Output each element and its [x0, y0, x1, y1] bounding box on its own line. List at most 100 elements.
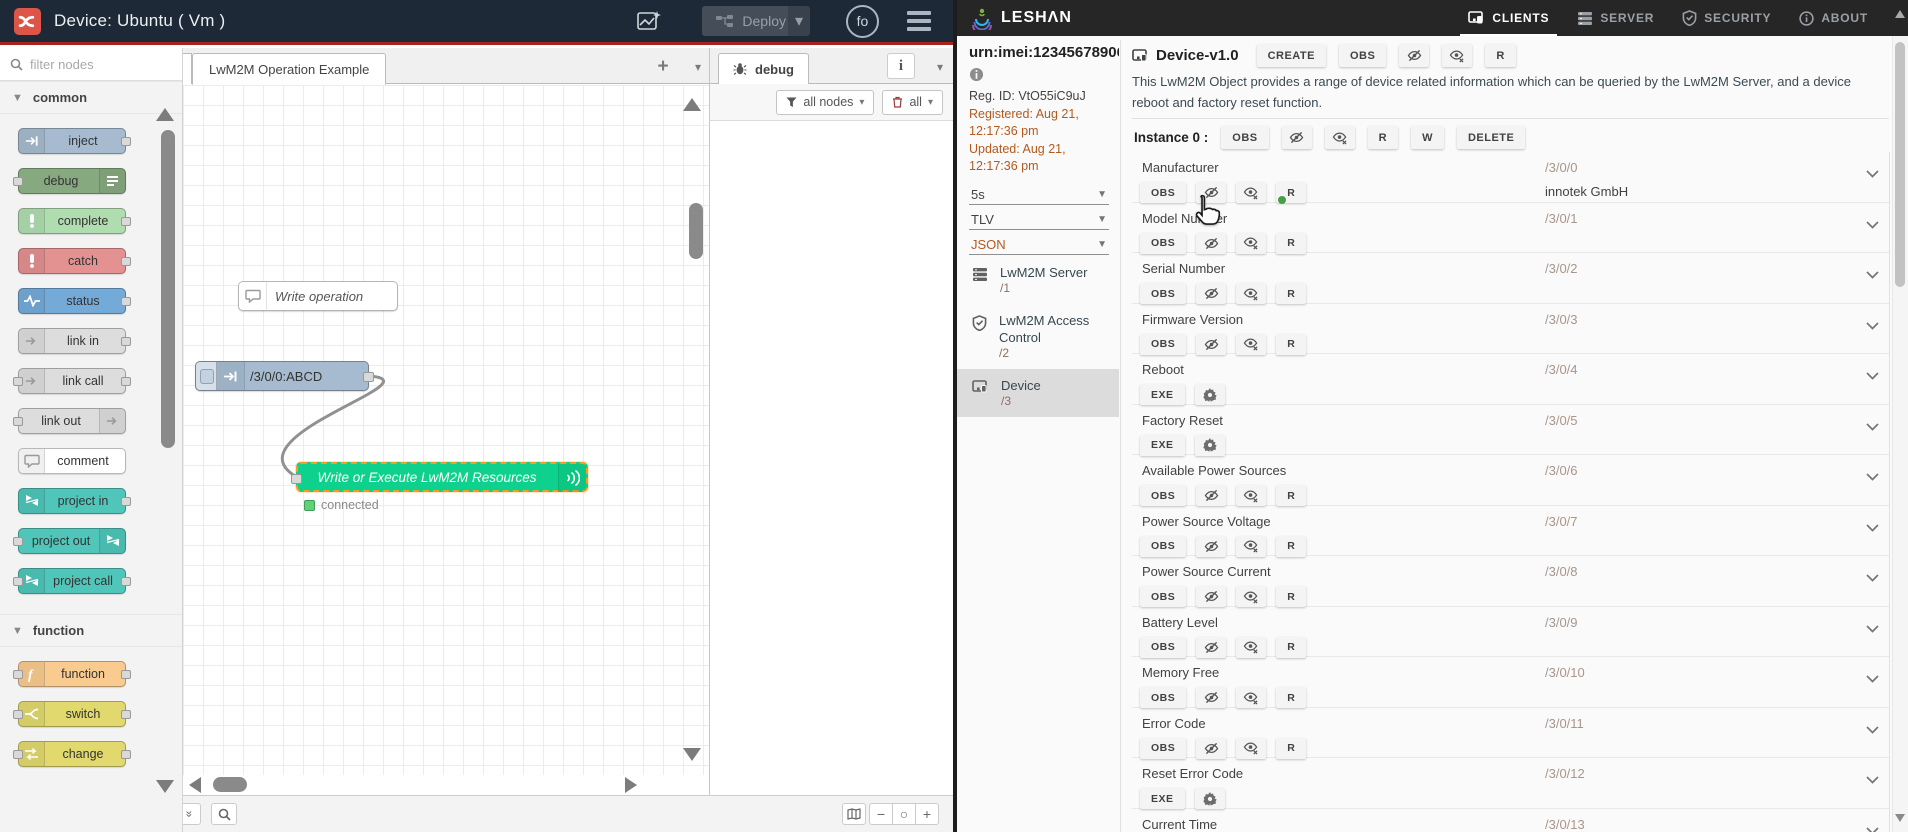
eye-off-icon[interactable] — [1196, 333, 1227, 355]
palette-node[interactable]: debug — [13, 168, 126, 194]
chevron-down-icon[interactable] — [1866, 826, 1879, 832]
leshan-nav-tab[interactable]: CLIENTS — [1454, 0, 1563, 36]
resource-action-button[interactable]: OBS — [1140, 687, 1187, 708]
palette-category-header[interactable]: ▼ function — [0, 614, 182, 647]
chevron-down-icon[interactable] — [1866, 776, 1879, 784]
eye-off-icon[interactable] — [1196, 687, 1227, 708]
sidebar-info-button[interactable]: i — [887, 53, 915, 79]
minimap-toggle-button[interactable] — [842, 803, 866, 825]
resource-action-button[interactable]: OBS — [1140, 333, 1187, 355]
palette-scrollbar-thumb[interactable] — [161, 130, 175, 448]
palette-node[interactable]: switch — [13, 701, 131, 727]
chevron-down-icon[interactable] — [1866, 473, 1879, 481]
eye-off-icon[interactable] — [1196, 485, 1227, 506]
deploy-button[interactable]: Deploy — [702, 6, 800, 36]
chevron-down-icon[interactable] — [1866, 422, 1879, 431]
resource-action-button[interactable]: R — [1276, 586, 1307, 607]
palette-node[interactable]: project in — [18, 488, 131, 514]
palette-node[interactable]: complete — [18, 208, 131, 234]
palette-node[interactable]: link out — [13, 408, 126, 434]
palette-node[interactable]: comment — [18, 448, 126, 474]
canvas-scroll-right[interactable] — [625, 777, 637, 793]
deploy-options-caret[interactable]: ▾ — [788, 6, 810, 36]
resource-action-button[interactable]: R — [1276, 687, 1307, 708]
resource-action-button[interactable]: R — [1276, 232, 1307, 254]
eye-x-icon[interactable] — [1442, 44, 1473, 67]
add-flow-button[interactable]: + — [651, 56, 675, 78]
main-menu-button[interactable] — [907, 11, 931, 31]
gear-icon[interactable] — [1194, 384, 1225, 405]
eye-x-icon[interactable] — [1236, 636, 1267, 658]
palette-node[interactable]: change — [13, 741, 131, 767]
palette-category-header[interactable]: ▼ common — [0, 81, 182, 114]
canvas-vscrollbar-thumb[interactable] — [689, 203, 703, 259]
scroll-up-arrow[interactable] — [1895, 10, 1905, 18]
palette-filter-input[interactable] — [30, 56, 150, 72]
chevron-down-icon[interactable] — [1866, 271, 1879, 279]
leshan-brand[interactable]: LESHΛN — [971, 6, 1072, 30]
chevron-down-icon[interactable] — [1866, 675, 1879, 683]
settings-select[interactable]: TLV ▼ — [969, 209, 1109, 230]
chevron-down-icon[interactable] — [1866, 624, 1879, 633]
scroll-down-arrow[interactable] — [1895, 814, 1905, 822]
chevron-down-icon[interactable] — [1866, 372, 1879, 380]
eye-x-icon[interactable] — [1236, 737, 1267, 759]
chevron-down-icon[interactable] — [1866, 321, 1879, 330]
eye-off-icon[interactable] — [1196, 586, 1227, 607]
workspace-tab-active[interactable]: LwM2M Operation Example — [192, 53, 387, 85]
chevron-down-icon[interactable] — [1866, 170, 1879, 178]
workspace-tab-partial[interactable] — [183, 53, 192, 84]
resource-action-button[interactable]: OBS — [1140, 485, 1187, 506]
object-list-item[interactable]: Device /3 — [957, 368, 1119, 417]
object-action-button[interactable]: CREATE — [1256, 44, 1326, 67]
palette-scroll-up[interactable] — [156, 108, 174, 121]
palette-node[interactable]: inject — [18, 128, 131, 154]
eye-x-icon[interactable] — [1236, 485, 1267, 506]
comment-node[interactable]: Write operation — [238, 281, 398, 311]
eye-x-icon[interactable] — [1236, 232, 1267, 254]
eye-off-icon[interactable] — [1196, 636, 1227, 658]
canvas-scroll-left[interactable] — [189, 777, 201, 793]
leshan-nav-tab[interactable]: SECURITY — [1668, 0, 1785, 36]
sidebar-menu-caret[interactable]: ▾ — [937, 60, 943, 74]
palette-node[interactable]: f function — [13, 661, 131, 687]
instance-action-button[interactable]: DELETE — [1456, 126, 1526, 149]
inject-trigger-button[interactable] — [196, 362, 217, 390]
gear-icon[interactable] — [1194, 434, 1225, 456]
ai-assist-icon[interactable] — [636, 9, 662, 33]
canvas-scroll-down[interactable] — [683, 748, 701, 761]
eye-x-icon[interactable] — [1236, 586, 1267, 607]
eye-x-icon[interactable] — [1236, 687, 1267, 708]
palette-scroll-down[interactable] — [156, 780, 174, 793]
eye-off-icon[interactable] — [1196, 737, 1227, 759]
user-avatar[interactable]: fo — [846, 4, 879, 38]
scrollbar-thumb[interactable] — [1894, 42, 1905, 287]
resource-action-button[interactable]: OBS — [1140, 737, 1187, 759]
canvas-hscrollbar[interactable] — [183, 775, 709, 795]
object-action-button[interactable]: OBS — [1338, 44, 1387, 67]
chevron-down-icon[interactable] — [1866, 220, 1879, 229]
eye-x-icon[interactable] — [1236, 535, 1267, 557]
palette-node[interactable]: link call — [13, 368, 131, 394]
page-scrollbar[interactable] — [1892, 0, 1908, 832]
eye-off-icon[interactable] — [1196, 232, 1227, 254]
flow-canvas[interactable]: Write operation /3/0/0:ABCD Write or Exe… — [183, 85, 709, 775]
instance-action-button[interactable]: W — [1411, 126, 1444, 149]
canvas-search-button[interactable] — [211, 803, 237, 825]
eye-off-icon[interactable] — [1196, 283, 1227, 304]
resource-action-button[interactable]: OBS — [1140, 586, 1187, 607]
resource-action-button[interactable]: R — [1276, 333, 1307, 355]
resource-action-button[interactable]: OBS — [1140, 232, 1187, 254]
chevron-down-icon[interactable] — [1866, 725, 1879, 734]
debug-clear-button[interactable]: all ▾ — [882, 89, 943, 115]
lwm2m-input-port[interactable] — [291, 474, 302, 484]
zoom-in-button[interactable]: + — [915, 803, 939, 825]
resource-action-button[interactable]: R — [1276, 485, 1307, 506]
gear-icon[interactable] — [1194, 788, 1225, 809]
resource-action-button[interactable]: OBS — [1140, 182, 1187, 203]
resource-action-button[interactable]: R — [1276, 535, 1307, 557]
info-icon[interactable] — [969, 67, 1119, 82]
eye-off-icon[interactable] — [1399, 44, 1430, 67]
chevron-down-icon[interactable] — [1866, 523, 1879, 532]
instance-action-button[interactable]: OBS — [1221, 126, 1269, 149]
